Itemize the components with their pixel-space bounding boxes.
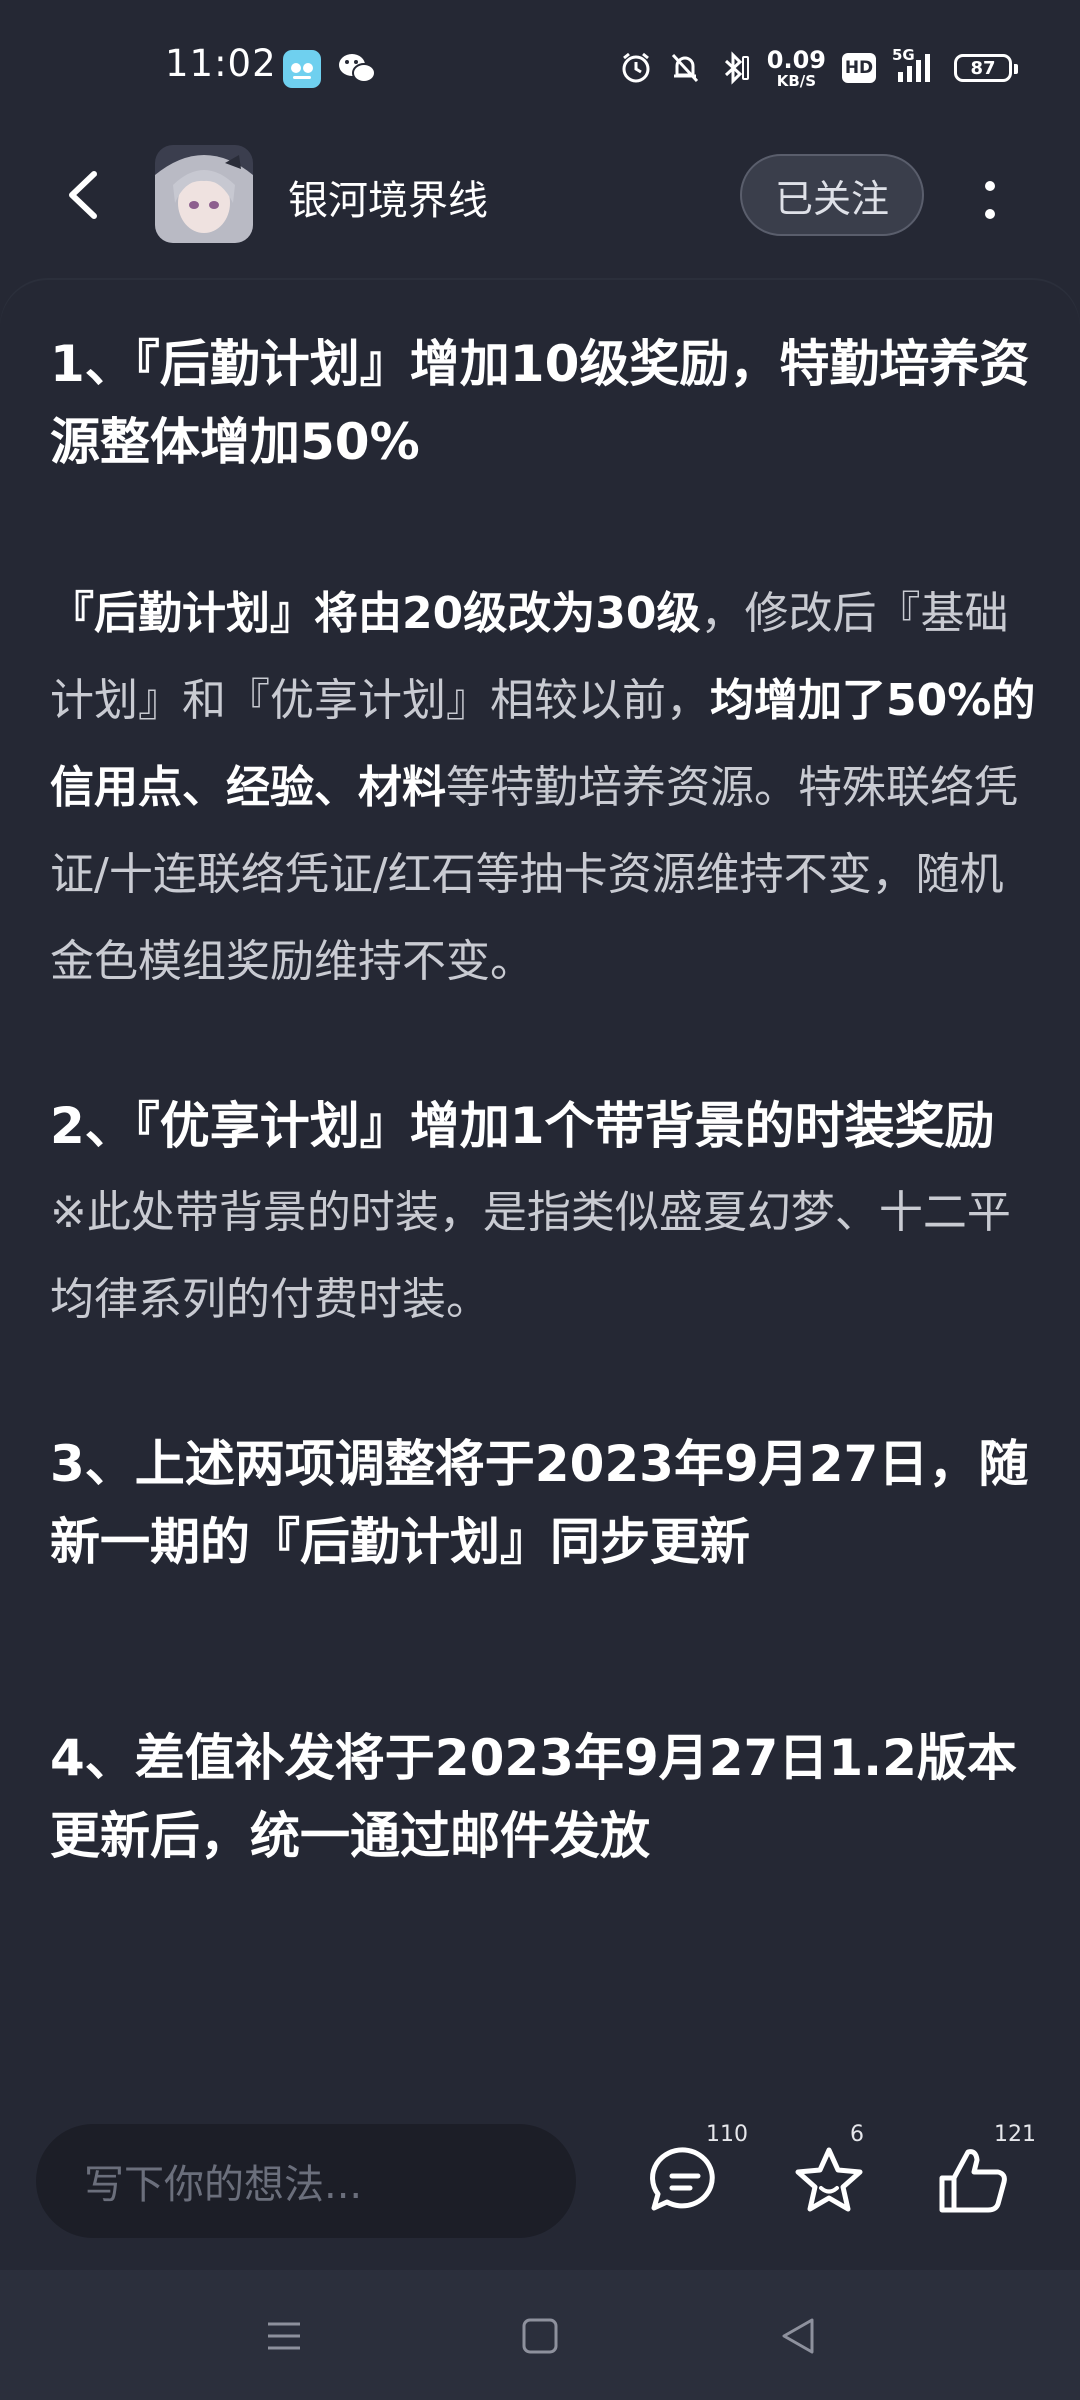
- post-header: 银河境界线 已关注: [0, 130, 1080, 280]
- comment-button[interactable]: 110: [642, 2122, 748, 2224]
- system-nav-bar: [0, 2270, 1080, 2400]
- home-square-icon: [522, 2318, 558, 2354]
- section-heading-3: 3、上述两项调整将于2023年9月27日，随新一期的『后勤计划』同步更新: [50, 1435, 1029, 1571]
- nav-back-button[interactable]: [776, 2314, 820, 2358]
- star-icon: [795, 2147, 863, 2212]
- signal-icon: 5G: [892, 46, 938, 86]
- back-button[interactable]: [50, 160, 120, 230]
- like-button[interactable]: 121: [930, 2122, 1036, 2224]
- back-arrow-icon: [69, 171, 97, 219]
- thumbs-up-icon: [939, 2149, 1007, 2213]
- comment-icon: [650, 2147, 715, 2211]
- account-name[interactable]: 银河境界线: [288, 168, 488, 226]
- post-content: 1、『后勤计划』增加10级奖励，特勤培养资源整体增加50% 『后勤计划』将由20…: [0, 280, 1080, 2120]
- status-bar: 11:02 0.09 KB/S HD 5G 87: [0, 0, 1080, 130]
- follow-button[interactable]: 已关注: [740, 154, 924, 236]
- nav-menu-button[interactable]: [262, 2314, 306, 2358]
- more-vertical-icon: [985, 181, 995, 219]
- back-triangle-icon: [782, 2318, 814, 2354]
- section-heading-1: 1、『后勤计划』增加10级奖励，特勤培养资源整体增加50%: [50, 335, 1030, 471]
- mute-bell-icon: [671, 53, 698, 83]
- app-notification-icon: [283, 50, 321, 88]
- bottom-action-bar: 写下你的想法... 110 6 121: [0, 2080, 1080, 2270]
- favorite-count: 6: [850, 2122, 864, 2147]
- menu-icon: [268, 2322, 300, 2350]
- section-heading-2: 2、『优享计划』增加1个带背景的时装奖励: [50, 1097, 995, 1155]
- paragraph-2: ※此处带背景的时装，是指类似盛夏幻梦、十二平均律系列的付费时装。: [50, 1187, 1011, 1325]
- alarm-icon: [622, 52, 650, 83]
- comment-count: 110: [706, 2122, 748, 2147]
- comment-input[interactable]: 写下你的想法...: [36, 2124, 576, 2238]
- nav-home-button[interactable]: [518, 2314, 562, 2358]
- more-button[interactable]: [968, 170, 1012, 230]
- section-heading-4: 4、差值补发将于2023年9月27日1.2版本更新后，统一通过邮件发放: [50, 1729, 1017, 1865]
- like-count: 121: [994, 2122, 1036, 2147]
- favorite-button[interactable]: 6: [786, 2122, 872, 2224]
- network-speed: 0.09 KB/S: [766, 45, 826, 90]
- battery-indicator: 87: [954, 54, 1018, 82]
- bluetooth-icon: [724, 51, 749, 85]
- hd-badge: HD: [842, 53, 876, 83]
- avatar[interactable]: [155, 145, 253, 243]
- paragraph-1: 『后勤计划』将由20级改为30级，修改后『基础计划』和『优享计划』相较以前，均增…: [50, 588, 1036, 987]
- wechat-icon: [337, 50, 377, 86]
- status-icons: 0.09 KB/S HD 5G 87: [619, 44, 1018, 92]
- status-time: 11:02: [165, 42, 277, 85]
- article-body: 1、『后勤计划』增加10级奖励，特勤培养资源整体增加50% 『后勤计划』将由20…: [50, 325, 1040, 1875]
